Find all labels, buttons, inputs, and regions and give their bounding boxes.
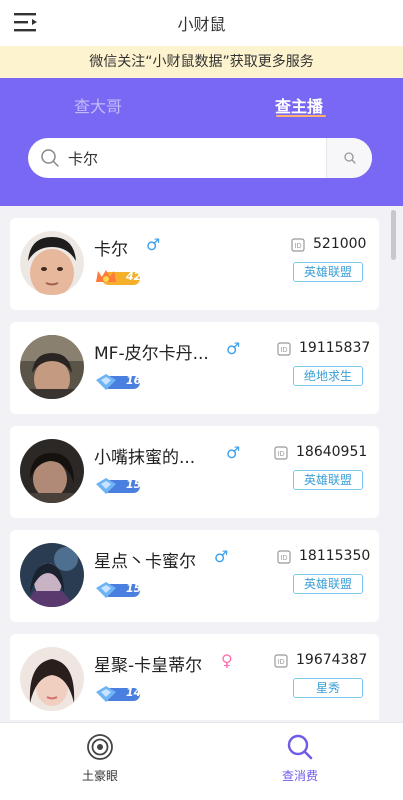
avatar: [20, 439, 84, 503]
anchor-name: 小嘴抹蜜的...: [94, 448, 196, 468]
active-tab-indicator: [276, 115, 326, 117]
avatar: [20, 231, 84, 295]
level-number: 42: [126, 270, 142, 283]
tab-dage[interactable]: 查大哥: [74, 93, 122, 117]
anchor-id: 19674387: [296, 652, 368, 668]
anchor-name: 星点丶卡蜜尔: [94, 552, 196, 572]
female-gender-icon: ♀: [221, 651, 233, 670]
anchor-name: 卡尔: [94, 240, 128, 260]
level-number: 14: [126, 686, 142, 699]
category-badge: 英雄联盟: [293, 262, 363, 282]
id-card-icon: ID: [277, 549, 291, 564]
search-icon: [287, 734, 313, 760]
male-gender-icon: ♂: [146, 235, 161, 254]
category-badge: 英雄联盟: [293, 470, 363, 490]
category-badge: 绝地求生: [293, 366, 363, 386]
id-card-icon: ID: [291, 237, 305, 252]
anchor-name: 星聚-卡皇蒂尔: [94, 656, 203, 676]
avatar: [20, 335, 84, 399]
search-icon: [40, 148, 60, 168]
male-gender-icon: ♂: [226, 339, 241, 358]
id-card-icon: ID: [274, 445, 288, 460]
anchor-card[interactable]: MF-皮尔卡丹... ♂ 16 ID 19115837 绝地求生: [10, 322, 379, 414]
svg-text:ID: ID: [278, 451, 285, 458]
bottom-nav: 土豪眼 查消费: [0, 722, 403, 800]
svg-text:ID: ID: [281, 555, 288, 562]
male-gender-icon: ♂: [226, 443, 241, 462]
anchor-result-list: 卡尔 ♂ 42 ID 521000 英雄联盟 MF-皮尔卡丹... ♂ 16 I…: [0, 206, 403, 720]
scrollbar[interactable]: [391, 210, 396, 260]
nav-label: 查消费: [281, 769, 318, 783]
search-header: 查大哥 查主播 卡尔: [0, 78, 403, 206]
radar-icon: [87, 734, 113, 760]
search-icon: [344, 152, 356, 164]
nav-tuhaoyan[interactable]: 土豪眼: [55, 733, 145, 784]
id-card-icon: ID: [277, 341, 291, 356]
app-title: 小财鼠: [177, 15, 226, 34]
nav-label: 土豪眼: [81, 769, 118, 783]
anchor-card[interactable]: 星点丶卡蜜尔 ♂ 15 ID 18115350 英雄联盟: [10, 530, 379, 622]
svg-text:ID: ID: [278, 659, 285, 666]
tab-zhubo[interactable]: 查主播: [275, 93, 323, 117]
anchor-card[interactable]: 星聚-卡皇蒂尔 ♀ 14 ID 19674387 星秀: [10, 634, 379, 720]
search-button[interactable]: [326, 138, 372, 178]
svg-text:ID: ID: [295, 243, 302, 250]
anchor-id: 19115837: [299, 340, 371, 356]
level-number: 15: [126, 582, 142, 595]
male-gender-icon: ♂: [214, 547, 229, 566]
avatar: [20, 543, 84, 607]
anchor-card[interactable]: 卡尔 ♂ 42 ID 521000 英雄联盟: [10, 218, 379, 310]
anchor-id: 18115350: [299, 548, 371, 564]
level-number: 15: [126, 478, 142, 491]
id-card-icon: ID: [274, 653, 288, 668]
search-input[interactable]: 卡尔: [68, 148, 98, 169]
search-bar: 卡尔: [28, 138, 372, 178]
svg-text:ID: ID: [281, 347, 288, 354]
top-bar: 小财鼠: [0, 0, 403, 46]
category-badge: 英雄联盟: [293, 574, 363, 594]
anchor-card[interactable]: 小嘴抹蜜的... ♂ 15 ID 18640951 英雄联盟: [10, 426, 379, 518]
anchor-id: 521000: [313, 236, 367, 252]
anchor-name: MF-皮尔卡丹...: [94, 344, 209, 364]
category-badge: 星秀: [293, 678, 363, 698]
level-number: 16: [126, 374, 142, 387]
avatar: [20, 647, 84, 711]
nav-chaxiaofei[interactable]: 查消费: [255, 733, 345, 784]
anchor-id: 18640951: [296, 444, 368, 460]
notice-banner[interactable]: 微信关注“小财鼠数据”获取更多服务: [0, 46, 403, 78]
